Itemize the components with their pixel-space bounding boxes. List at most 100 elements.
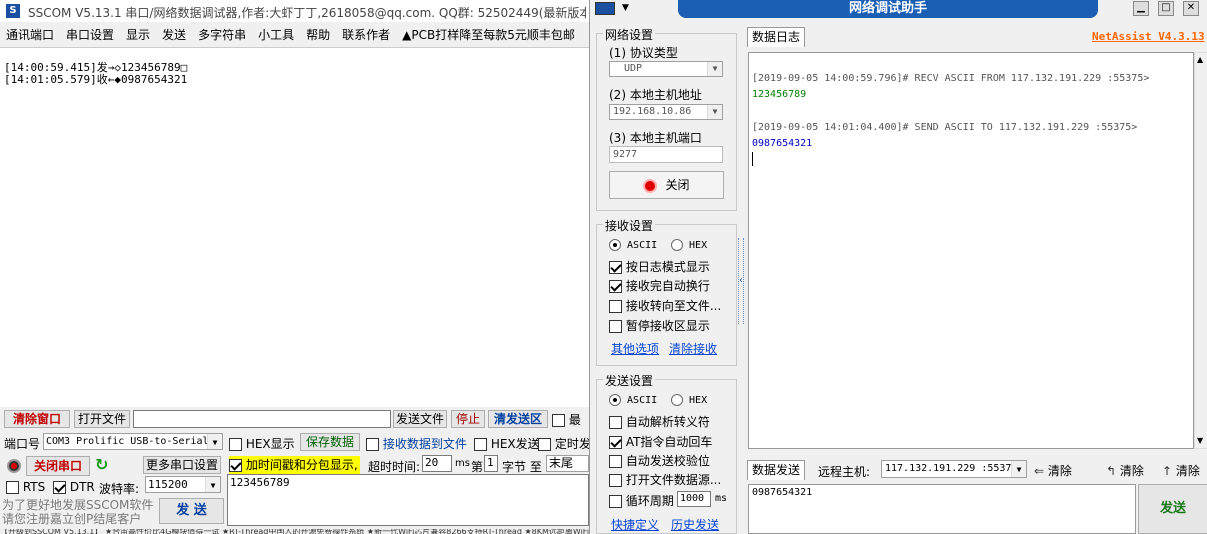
timestamp-checkbox[interactable]: 加时间戳和分包显示, bbox=[229, 456, 360, 474]
dtr-checkbox[interactable]: DTR bbox=[53, 480, 95, 494]
more-settings-button[interactable]: 更多串口设置 bbox=[143, 456, 221, 474]
local-port-label: (3) 本地主机端口 bbox=[609, 131, 702, 145]
chevron-down-icon[interactable]: ▼ bbox=[707, 105, 722, 119]
netassist-send-input[interactable]: 0987654321 bbox=[748, 484, 1136, 534]
netassist-send-button[interactable]: 发送 bbox=[1138, 484, 1207, 534]
log-area[interactable]: [2019-09-05 14:00:59.796]# RECV ASCII FR… bbox=[748, 52, 1194, 449]
nth-label: 第 bbox=[471, 460, 484, 474]
loop-unit: ms bbox=[715, 493, 728, 504]
send-ascii-radio[interactable]: ASCII bbox=[609, 394, 657, 406]
send-settings-group: 发送设置 ASCII HEX 自动解析转义符 AT指令自动回车 自动发送校验位 … bbox=[596, 372, 737, 534]
sscom-window: S SSCOM V5.13.1 串口/网络数据调试器,作者:大虾丁丁,26180… bbox=[0, 0, 589, 534]
port-select[interactable]: COM3 Prolific USB-to-Serial ▼ bbox=[43, 433, 223, 450]
log-entry-header: [2019-09-05 14:01:04.400]# SEND ASCII TO… bbox=[752, 122, 1138, 133]
netassist-menu-icon[interactable]: ▼ bbox=[622, 3, 629, 13]
timeout-input[interactable]: 20 bbox=[422, 455, 452, 472]
tab-data-log[interactable]: 数据日志 bbox=[747, 27, 805, 47]
clear-send-history-button[interactable]: ↰ 清除 bbox=[1106, 462, 1144, 479]
sscom-send-button[interactable]: 发 送 bbox=[159, 498, 224, 524]
menu-port[interactable]: 通讯端口 bbox=[6, 28, 54, 42]
sscom-title: SSCOM V5.13.1 串口/网络数据调试器,作者:大虾丁丁,2618058… bbox=[28, 6, 586, 20]
chevron-down-icon[interactable]: ▼ bbox=[207, 434, 222, 449]
clear-recv-link[interactable]: 清除接收 bbox=[669, 340, 717, 357]
scroll-up-icon[interactable]: ▲ bbox=[1197, 55, 1203, 64]
recv-ascii-radio[interactable]: ASCII bbox=[609, 239, 657, 251]
chevron-down-icon[interactable]: ▼ bbox=[707, 62, 722, 76]
sscom-menubar: 通讯端口 串口设置 显示 发送 多字符串 小工具 帮助 联系作者 ▲PCB打样降至每款5元顺丰包… bbox=[0, 24, 589, 46]
netassist-app-icon bbox=[595, 2, 615, 15]
menu-send[interactable]: 发送 bbox=[162, 28, 186, 42]
shortcut-link[interactable]: 快捷定义 bbox=[611, 516, 659, 533]
clear-send-area-button[interactable]: ↑ 清除 bbox=[1162, 462, 1207, 479]
baud-select[interactable]: 115200 ▼ bbox=[145, 476, 221, 493]
net-settings-group: 网络设置 (1) 协议类型 UDP ▼ (2) 本地主机地址 192.168.10… bbox=[596, 26, 737, 211]
clear-window-button[interactable]: 清除窗口 bbox=[4, 410, 70, 428]
menu-multi-string[interactable]: 多字符串 bbox=[198, 28, 246, 42]
collapse-panel-handle[interactable]: ‹ bbox=[738, 238, 744, 324]
close-port-button[interactable]: 关闭串口 bbox=[26, 456, 90, 476]
loop-interval-input[interactable]: 1000 bbox=[677, 491, 711, 507]
minimize-icon[interactable]: ▁ bbox=[1133, 1, 1149, 16]
protocol-select[interactable]: UDP ▼ bbox=[609, 61, 723, 77]
pause-checkbox[interactable]: 暂停接收区显示 bbox=[609, 317, 710, 334]
loop-checkbox[interactable]: 循环周期 bbox=[609, 492, 674, 509]
stop-button[interactable]: 停止 bbox=[451, 410, 485, 428]
host-label: (2) 本地主机地址 bbox=[609, 88, 702, 102]
timeout-unit: ms bbox=[455, 458, 470, 469]
sscom-receive-area[interactable]: [14:00:59.415]发→◇123456789□ [14:01:05.57… bbox=[0, 47, 589, 407]
other-options-link[interactable]: 其他选项 bbox=[611, 340, 659, 357]
scroll-down-icon[interactable]: ▼ bbox=[1197, 436, 1203, 445]
parse-escape-checkbox[interactable]: 自动解析转义符 bbox=[609, 413, 710, 430]
protocol-label: (1) 协议类型 bbox=[609, 46, 678, 60]
record-icon bbox=[643, 178, 658, 193]
close-icon[interactable]: ✕ bbox=[1183, 1, 1199, 16]
file-path-input[interactable] bbox=[133, 410, 391, 428]
log-scrollbar[interactable]: ▲ ▼ bbox=[1194, 52, 1207, 449]
maximize-icon[interactable]: □ bbox=[1158, 1, 1174, 16]
local-port-input[interactable]: 9277 bbox=[609, 146, 723, 163]
nth-input[interactable]: 1 bbox=[484, 455, 498, 472]
send-hex-radio[interactable]: HEX bbox=[671, 394, 707, 406]
clear-send-button[interactable]: 清发送区 bbox=[488, 410, 548, 428]
refresh-icon[interactable]: ↻ bbox=[95, 455, 108, 474]
netassist-titlebar: ▼ 网络调试助手 ▁ □ ✕ bbox=[590, 0, 1207, 18]
open-file-button[interactable]: 打开文件 bbox=[74, 410, 130, 428]
timed-send-checkbox[interactable]: 定时发 bbox=[538, 435, 589, 452]
netassist-brand[interactable]: NetAssist V4.3.13 bbox=[1092, 30, 1207, 43]
close-connection-button[interactable]: 关闭 bbox=[609, 171, 724, 199]
send-file-button[interactable]: 发送文件 bbox=[393, 410, 447, 428]
history-link[interactable]: 历史发送 bbox=[671, 516, 719, 533]
menu-serial-settings[interactable]: 串口设置 bbox=[66, 28, 114, 42]
chevron-down-icon[interactable]: ▼ bbox=[205, 477, 220, 492]
checksum-checkbox[interactable]: 自动发送校验位 bbox=[609, 452, 710, 469]
save-data-button[interactable]: 保存数据 bbox=[300, 433, 360, 451]
menu-display[interactable]: 显示 bbox=[126, 28, 150, 42]
sscom-titlebar: S SSCOM V5.13.1 串口/网络数据调试器,作者:大虾丁丁,26180… bbox=[0, 0, 589, 22]
tab-data-send[interactable]: 数据发送 bbox=[747, 460, 805, 480]
log-mode-checkbox[interactable]: 按日志模式显示 bbox=[609, 258, 710, 275]
recv-hex-radio[interactable]: HEX bbox=[671, 239, 707, 251]
menu-tools[interactable]: 小工具 bbox=[258, 28, 294, 42]
menu-contact[interactable]: 联系作者 bbox=[342, 28, 390, 42]
hex-send-checkbox[interactable]: HEX发送 bbox=[474, 435, 540, 452]
sscom-send-input[interactable]: 123456789 bbox=[227, 474, 589, 526]
tail-select[interactable]: 末尾 bbox=[546, 455, 589, 472]
host-select[interactable]: 192.168.10.86 ▼ bbox=[609, 104, 723, 120]
menu-pcb-ad[interactable]: ▲PCB打样降至每款5元顺丰包邮 bbox=[402, 28, 575, 42]
at-cr-checkbox[interactable]: AT指令自动回车 bbox=[609, 433, 712, 450]
always-on-top-checkbox[interactable]: 最 bbox=[552, 411, 589, 428]
rts-checkbox[interactable]: RTS bbox=[6, 480, 45, 494]
redirect-checkbox[interactable]: 接收转向至文件... bbox=[609, 297, 721, 314]
auto-newline-checkbox[interactable]: 接收完自动换行 bbox=[609, 277, 710, 294]
menu-help[interactable]: 帮助 bbox=[306, 28, 330, 42]
log-entry-body: 0987654321 bbox=[752, 138, 813, 149]
recv-settings-group: 接收设置 ASCII HEX 按日志模式显示 接收完自动换行 接收转向至文件..… bbox=[596, 217, 737, 366]
recv-to-file-checkbox[interactable]: 接收数据到文件 bbox=[366, 435, 467, 452]
hex-show-checkbox[interactable]: HEX显示 bbox=[229, 435, 295, 452]
open-file-source-checkbox[interactable]: 打开文件数据源... bbox=[609, 471, 721, 488]
remote-host-select[interactable]: 117.132.191.229 :5537 ▼ bbox=[881, 460, 1027, 478]
net-settings-title: 网络设置 bbox=[603, 26, 656, 43]
clear-remote-button[interactable]: ⇐ 清除 bbox=[1034, 462, 1072, 479]
chevron-down-icon[interactable]: ▼ bbox=[1011, 461, 1026, 477]
arrow-left-icon: ⇐ bbox=[1034, 464, 1045, 478]
